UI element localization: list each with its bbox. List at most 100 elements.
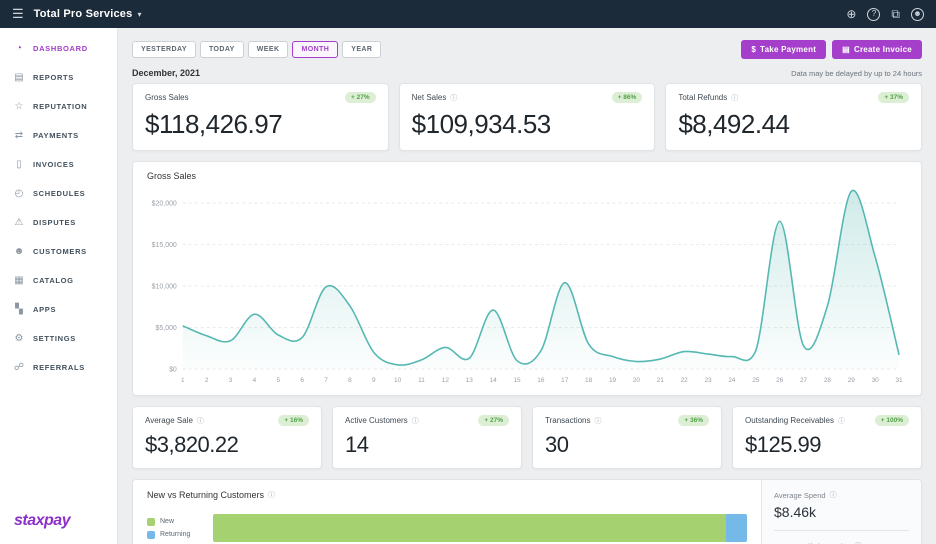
y-tick-label: $0 [169, 366, 177, 373]
stat-label: Transactions [545, 416, 591, 425]
sidebar-item-reputation[interactable]: ☆ Reputation [0, 92, 117, 121]
bar-new[interactable] [213, 514, 726, 542]
net-sales-card: Net Sales ⓘ + 86% $109,934.53 [399, 83, 656, 151]
dollar-icon: $ [751, 45, 756, 54]
apps-icon: ▚ [13, 304, 25, 315]
stat-value: 14 [345, 432, 509, 458]
averages-panel: Average Spend ⓘ $8.46k Average Lifetime … [761, 480, 921, 544]
x-tick-label: 27 [800, 377, 808, 384]
legend-swatch-returning [147, 531, 155, 539]
take-payment-label: Take Payment [760, 45, 816, 54]
chat-icon[interactable]: ⧉ [891, 8, 900, 20]
x-tick-label: 7 [324, 377, 328, 384]
invoice-icon: ▯ [13, 159, 25, 170]
average-spend-value: $8.46k [774, 504, 909, 520]
bar-returning[interactable] [726, 514, 747, 542]
info-icon[interactable]: ⓘ [731, 93, 738, 103]
stat-label: Active Customers [345, 416, 408, 425]
trend-badge: + 86% [612, 92, 643, 103]
sidebar-item-label: Dashboard [33, 44, 88, 53]
sidebar-item-payments[interactable]: ⇄ Payments [0, 121, 117, 150]
info-icon[interactable]: ⓘ [838, 416, 845, 426]
legend-item-new: New [147, 518, 203, 526]
x-tick-label: 8 [348, 377, 352, 384]
stat-label: Average Sale [145, 416, 193, 425]
x-tick-label: 9 [372, 377, 376, 384]
sidebar-item-apps[interactable]: ▚ Apps [0, 295, 117, 324]
sidebar-item-settings[interactable]: ⚙ Settings [0, 324, 117, 353]
sidebar-item-label: Reputation [33, 102, 87, 111]
stat-value: $125.99 [745, 432, 909, 458]
chevron-down-icon[interactable]: ▾ [137, 10, 141, 19]
info-icon[interactable]: ⓘ [268, 490, 275, 500]
period-row: December, 2021 Data may be delayed by up… [132, 68, 922, 78]
x-tick-label: 6 [300, 377, 304, 384]
x-tick-label: 12 [442, 377, 450, 384]
legend: New Returning [147, 518, 203, 539]
clock-icon: ◴ [13, 188, 25, 199]
x-tick-label: 2 [205, 377, 209, 384]
catalog-grid-icon: ▦ [13, 275, 25, 286]
gross-sales-card: Gross Sales + 27% $118,426.97 [132, 83, 389, 151]
gross-sales-chart-card: Gross Sales $0$5,000$10,000$15,000$20,00… [132, 161, 922, 396]
x-tick-label: 31 [895, 377, 903, 384]
stat-value: $3,820.22 [145, 432, 309, 458]
stat-label: Gross Sales [145, 93, 189, 102]
sidebar-item-referrals[interactable]: ☍ Referrals [0, 353, 117, 382]
x-tick-label: 26 [776, 377, 784, 384]
profile-icon[interactable]: ☻ [911, 8, 924, 21]
sidebar-item-disputes[interactable]: ⚠ Disputes [0, 208, 117, 237]
tab-week[interactable]: WEEK [248, 41, 289, 58]
bottom-stats-row: Average Sale ⓘ + 16% $3,820.22 Active Cu… [132, 406, 922, 469]
legend-swatch-new [147, 518, 155, 526]
x-tick-label: 20 [633, 377, 641, 384]
y-tick-label: $10,000 [152, 283, 177, 290]
sidebar-item-customers[interactable]: ☻ Customers [0, 237, 117, 266]
info-icon[interactable]: ⓘ [830, 490, 837, 500]
merchant-name[interactable]: Total Pro Services [34, 8, 133, 20]
top-bar: ☰ Total Pro Services ▾ ⊕ ? ⧉ ☻ [0, 0, 936, 28]
x-tick-label: 14 [490, 377, 498, 384]
x-tick-label: 10 [394, 377, 402, 384]
report-icon: ▤ [13, 72, 25, 83]
take-payment-button[interactable]: $ Take Payment [741, 40, 826, 59]
sidebar-item-schedules[interactable]: ◴ Schedules [0, 179, 117, 208]
card-arrows-icon: ⇄ [13, 130, 25, 141]
settings-icon: ⚙ [13, 333, 25, 344]
tab-month[interactable]: MONTH [292, 41, 338, 58]
new-vs-returning-bar [213, 514, 747, 542]
help-icon[interactable]: ? [867, 8, 880, 21]
tab-today[interactable]: TODAY [200, 41, 244, 58]
tab-yesterday[interactable]: YESTERDAY [132, 41, 196, 58]
x-tick-label: 1 [181, 377, 185, 384]
stat-value: $109,934.53 [412, 109, 643, 140]
stat-label: Total Refunds [678, 93, 727, 102]
create-invoice-button[interactable]: ▤ Create Invoice [832, 40, 922, 59]
trend-badge: + 37% [878, 92, 909, 103]
stat-label: Outstanding Receivables [745, 416, 834, 425]
info-icon[interactable]: ⓘ [412, 416, 419, 426]
sidebar-item-catalog[interactable]: ▦ Catalog [0, 266, 117, 295]
invoice-icon: ▤ [842, 45, 850, 54]
date-filter-row: YESTERDAY TODAY WEEK MONTH YEAR $ Take P… [132, 40, 922, 59]
sidebar-item-dashboard[interactable]: ◔ Dashboard [0, 34, 117, 63]
info-icon[interactable]: ⓘ [450, 93, 457, 103]
stat-value: 30 [545, 432, 709, 458]
info-icon[interactable]: ⓘ [197, 416, 204, 426]
legend-label: Returning [160, 531, 190, 538]
x-tick-label: 22 [681, 377, 689, 384]
trend-badge: + 100% [875, 415, 909, 426]
sidebar-item-reports[interactable]: ▤ Reports [0, 63, 117, 92]
create-invoice-label: Create Invoice [854, 45, 912, 54]
x-tick-label: 19 [609, 377, 617, 384]
sidebar-item-invoices[interactable]: ▯ Invoices [0, 150, 117, 179]
x-tick-label: 4 [253, 377, 257, 384]
add-circle-icon[interactable]: ⊕ [846, 8, 856, 20]
x-tick-label: 29 [848, 377, 856, 384]
info-icon[interactable]: ⓘ [595, 416, 602, 426]
x-tick-label: 21 [657, 377, 665, 384]
hamburger-menu-icon[interactable]: ☰ [12, 6, 24, 22]
divider [774, 530, 909, 531]
data-delay-note: Data may be delayed by up to 24 hours [791, 69, 922, 78]
tab-year[interactable]: YEAR [342, 41, 381, 58]
